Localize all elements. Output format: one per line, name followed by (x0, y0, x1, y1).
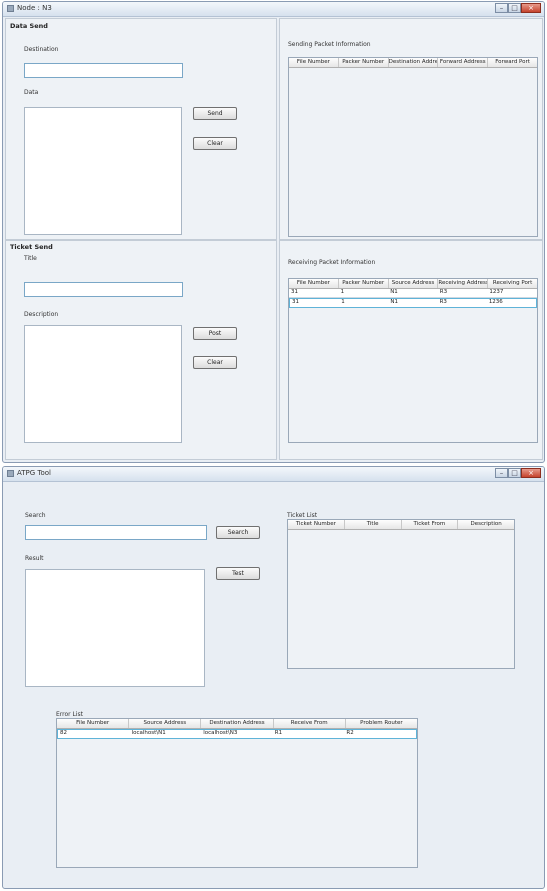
table-cell: 31 (291, 289, 298, 295)
column-header[interactable]: Receiving Address (438, 279, 489, 288)
table-row[interactable]: 82 localhost\N1 localhost\N3 R1 R2 (57, 729, 417, 739)
atpg-window: ATPG Tool – □ × Search Search Result Tes… (2, 466, 545, 889)
description-textarea[interactable] (24, 325, 182, 443)
send-button[interactable]: Send (193, 107, 237, 120)
table-cell: 82 (60, 730, 67, 736)
destination-label: Destination (24, 46, 59, 53)
description-label: Description (24, 311, 59, 318)
column-header[interactable]: Packer Number (339, 279, 389, 288)
ticket-send-panel: Ticket Send Title Description Post Clear (5, 240, 277, 460)
column-header[interactable]: File Number (289, 279, 339, 288)
result-label: Result (25, 555, 44, 562)
receiving-panel: Receiving Packet Information File Number… (279, 240, 543, 460)
test-button[interactable]: Test (216, 567, 260, 580)
sending-label: Sending Packet Information (288, 41, 371, 48)
search-input[interactable] (25, 525, 207, 540)
maximize-button[interactable]: □ (508, 3, 521, 13)
data-label: Data (24, 89, 39, 96)
column-header[interactable]: File Number (57, 719, 130, 728)
data-send-panel: Data Send Destination Data Send Clear (5, 18, 277, 240)
column-header[interactable]: Source Address (389, 279, 439, 288)
maximize-button[interactable]: □ (508, 468, 521, 478)
search-button[interactable]: Search (216, 526, 260, 539)
table-cell: 31 (292, 299, 299, 305)
result-textarea[interactable] (25, 569, 205, 687)
table-row[interactable]: 31 1 N1 R3 1237 (289, 289, 537, 298)
table-cell: R3 (439, 299, 447, 305)
table-cell: 1 (340, 289, 345, 295)
ticket-list-table[interactable]: Ticket Number Title Ticket From Description (287, 519, 515, 669)
minimize-button[interactable]: – (495, 468, 508, 478)
column-header[interactable]: Packer Number (339, 58, 389, 67)
sending-panel: Sending Packet Information File Number Pa… (279, 18, 543, 240)
ticket-clear-button[interactable]: Clear (193, 356, 237, 369)
window-title: Node : N3 (17, 4, 52, 12)
sending-table[interactable]: File Number Packer Number Destination Addr… (288, 57, 538, 237)
table-cell: N1 (390, 289, 398, 295)
table-cell: localhost\N1 (131, 730, 166, 736)
column-header[interactable]: Receive From (274, 719, 346, 728)
ticket-title-label: Title (24, 255, 37, 262)
ticket-list-label: Ticket List (287, 512, 318, 519)
title-bar: ATPG Tool – □ × (3, 467, 544, 482)
search-label: Search (25, 512, 46, 519)
data-clear-button[interactable]: Clear (193, 137, 237, 150)
destination-field[interactable] (24, 63, 183, 78)
table-cell: N1 (390, 299, 399, 305)
table-cell: 1237 (489, 289, 504, 295)
title-bar: Node : N3 – □ × (3, 2, 544, 17)
minimize-button[interactable]: – (495, 3, 508, 13)
table-cell: localhost\N3 (203, 730, 238, 736)
node-window: Node : N3 – □ × Data Send Destination Da… (2, 1, 545, 463)
ticket-title-field[interactable] (24, 282, 183, 297)
column-header[interactable]: Destination Address (201, 719, 274, 728)
column-header[interactable]: Problem Router (346, 719, 417, 728)
column-header[interactable]: Forward Address (438, 58, 489, 67)
column-header[interactable]: File Number (289, 58, 339, 67)
ticket-send-header: Ticket Send (10, 243, 53, 251)
column-header[interactable]: Ticket Number (288, 520, 345, 529)
table-cell: 1 (341, 299, 345, 305)
table-cell: R1 (274, 730, 283, 736)
close-button[interactable]: × (521, 3, 541, 13)
receiving-label: Receiving Packet Information (288, 259, 376, 266)
column-header[interactable]: Receiving Port (488, 279, 537, 288)
app-icon (7, 470, 14, 477)
column-header[interactable]: Destination Address (389, 58, 439, 67)
receiving-table[interactable]: File Number Packer Number Source Address Re… (288, 278, 538, 443)
table-cell: R3 (439, 289, 448, 295)
close-button[interactable]: × (521, 468, 541, 478)
app-icon (7, 5, 14, 12)
data-send-header: Data Send (10, 22, 48, 30)
column-header[interactable]: Ticket From (402, 520, 459, 529)
column-header[interactable]: Title (345, 520, 402, 529)
post-button[interactable]: Post (193, 327, 237, 340)
error-list-table[interactable]: File Number Source Address Destination Add… (56, 718, 418, 868)
table-row[interactable]: 31 1 N1 R3 1236 (289, 298, 537, 308)
column-header[interactable]: Forward Port (488, 58, 537, 67)
table-cell: R2 (346, 730, 354, 736)
error-list-label: Error List (56, 711, 84, 718)
window-title: ATPG Tool (17, 469, 51, 477)
column-header[interactable]: Description (458, 520, 514, 529)
column-header[interactable]: Source Address (129, 719, 202, 728)
data-textarea[interactable] (24, 107, 182, 235)
table-cell: 1236 (488, 299, 503, 305)
